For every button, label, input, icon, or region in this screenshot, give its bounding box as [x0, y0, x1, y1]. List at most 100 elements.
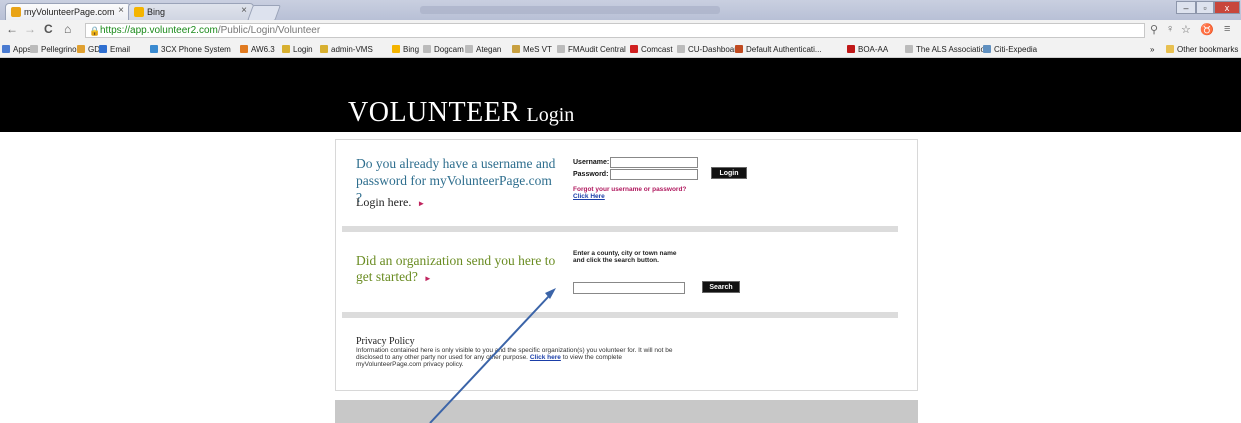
bookmark-item[interactable]: FMAudit Central	[557, 43, 626, 55]
tab-bing[interactable]: Bing ×	[128, 3, 254, 20]
bookmark-item[interactable]: Pellegrino's	[30, 43, 82, 55]
new-tab-button[interactable]	[247, 5, 281, 21]
bookmarks-overflow-icon[interactable]: »	[1150, 43, 1154, 55]
bookmark-item[interactable]: AW6.3	[240, 43, 275, 55]
bookmark-label: Email	[110, 44, 131, 54]
bookmark-label: MeS VT	[523, 44, 552, 54]
bookmark-item[interactable]: 3CX Phone System	[150, 43, 231, 55]
reload-icon[interactable]: C	[44, 22, 53, 36]
bookmark-icon	[2, 45, 10, 53]
arrow-right-icon: ►	[423, 274, 432, 283]
tab-title: myVolunteerPage.com	[24, 7, 115, 17]
tab-close-icon[interactable]: ×	[241, 5, 247, 16]
bookmark-icon	[512, 45, 520, 53]
bookmark-icon	[150, 45, 158, 53]
location-search-input[interactable]	[573, 282, 685, 294]
section-divider	[342, 226, 898, 232]
brand-subtitle: Login	[526, 104, 575, 126]
bookmark-icon	[240, 45, 248, 53]
bookmark-icon	[465, 45, 473, 53]
bookmark-item[interactable]: Ategan	[465, 43, 501, 55]
bookmark-item[interactable]: CU-Dashboard	[677, 43, 741, 55]
bookmark-item[interactable]: GD	[77, 43, 100, 55]
bookmark-icon	[99, 45, 107, 53]
login-here-text: Login here. ►	[356, 195, 426, 209]
url-path: /Public/Login/Volunteer	[217, 25, 321, 36]
forgot-click-here-link[interactable]: Click Here	[573, 193, 605, 200]
bookmark-item[interactable]: The ALS Association	[905, 43, 989, 55]
maximize-button[interactable]: ▫	[1196, 1, 1214, 14]
organization-question: Did an organization send you here to get…	[356, 253, 556, 284]
forgot-credentials-text: Forgot your username or password?	[573, 186, 687, 193]
bookmark-item[interactable]: Comcast	[630, 43, 673, 55]
privacy-policy-text: Information contained here is only visib…	[356, 347, 673, 368]
bookmark-item[interactable]: Citi-Expedia	[983, 43, 1037, 55]
bookmark-item[interactable]: MeS VT	[512, 43, 552, 55]
other-bookmarks[interactable]: Other bookmarks	[1166, 43, 1238, 55]
minimize-button[interactable]: –	[1176, 1, 1196, 14]
address-bar[interactable]: 🔒 https://app.volunteer2.com/Public/Logi…	[85, 23, 1145, 38]
privacy-policy-title: Privacy Policy	[356, 336, 415, 347]
bookmark-icon	[320, 45, 328, 53]
search-icon[interactable]: ⚲	[1150, 23, 1158, 36]
bookmark-label: Ategan	[476, 44, 502, 54]
search-button[interactable]: Search	[702, 281, 740, 293]
bookmark-item[interactable]: Dogcam	[423, 43, 464, 55]
bookmark-label: FMAudit Central	[568, 44, 626, 54]
bookmark-icon	[282, 45, 290, 53]
menu-icon[interactable]: ≡	[1224, 23, 1230, 35]
bookmark-label: Login	[293, 44, 313, 54]
bookmark-label: Default Authenticati...	[746, 44, 822, 54]
bookmark-icon	[847, 45, 855, 53]
bookmark-label: Citi-Expedia	[994, 44, 1038, 54]
myvolunteerpage-favicon-icon	[11, 7, 21, 17]
tab-title: Bing	[147, 7, 166, 17]
password-input[interactable]	[610, 169, 698, 180]
bookmark-item[interactable]: BOA-AA	[847, 43, 888, 55]
bookmark-item[interactable]: Bing	[392, 43, 419, 55]
bookmark-label: 3CX Phone System	[161, 44, 231, 54]
bookmark-icon	[983, 45, 991, 53]
brand-title: VOLUNTEER	[348, 97, 521, 128]
home-icon[interactable]: ⌂	[64, 22, 71, 36]
tab-close-icon[interactable]: ×	[118, 5, 124, 16]
extension-icon[interactable]: ♀	[1166, 23, 1174, 35]
site-header	[0, 58, 1241, 132]
bookmark-icon	[30, 45, 38, 53]
footer-bar	[335, 400, 918, 423]
star-icon[interactable]: ☆	[1181, 23, 1191, 36]
bookmark-icon	[392, 45, 400, 53]
arrow-right-icon: ►	[417, 199, 426, 208]
bookmark-label: Dogcam	[434, 44, 464, 54]
bookmark-icon	[905, 45, 913, 53]
forward-icon[interactable]: →	[24, 22, 36, 36]
bing-favicon-icon	[134, 7, 144, 17]
tab-myvolunteerpage[interactable]: myVolunteerPage.com ×	[5, 3, 131, 20]
bookmark-item[interactable]: Login	[282, 43, 313, 55]
extension-shield-icon[interactable]: ♉	[1200, 23, 1214, 36]
bookmark-label: Pellegrino's	[41, 44, 83, 54]
bookmark-icon	[735, 45, 743, 53]
lock-icon: 🔒	[89, 26, 101, 36]
bookmark-label: Bing	[403, 44, 420, 54]
bookmark-label: CU-Dashboard	[688, 44, 742, 54]
bookmark-item[interactable]: Apps	[2, 43, 31, 55]
login-button[interactable]: Login	[711, 167, 747, 179]
bookmark-label: The ALS Association	[916, 44, 990, 54]
bookmark-label: Apps	[13, 44, 32, 54]
section-divider	[342, 312, 898, 318]
close-window-button[interactable]: x	[1214, 1, 1240, 14]
privacy-click-here-link[interactable]: Click here	[530, 354, 561, 361]
window-title-blurred	[420, 6, 720, 14]
site-brand: VOLUNTEER Login	[348, 97, 574, 129]
bookmark-label: Comcast	[641, 44, 673, 54]
bookmark-label: BOA-AA	[858, 44, 889, 54]
bookmark-item[interactable]: Email	[99, 43, 130, 55]
back-icon[interactable]: ←	[6, 22, 18, 36]
bookmark-item[interactable]: admin-VMS	[320, 43, 373, 55]
bookmark-icon	[557, 45, 565, 53]
bookmark-item[interactable]: Default Authenticati...	[735, 43, 822, 55]
bookmark-icon	[77, 45, 85, 53]
search-instructions: Enter a county, city or town name and cl…	[573, 250, 677, 264]
username-input[interactable]	[610, 157, 698, 168]
